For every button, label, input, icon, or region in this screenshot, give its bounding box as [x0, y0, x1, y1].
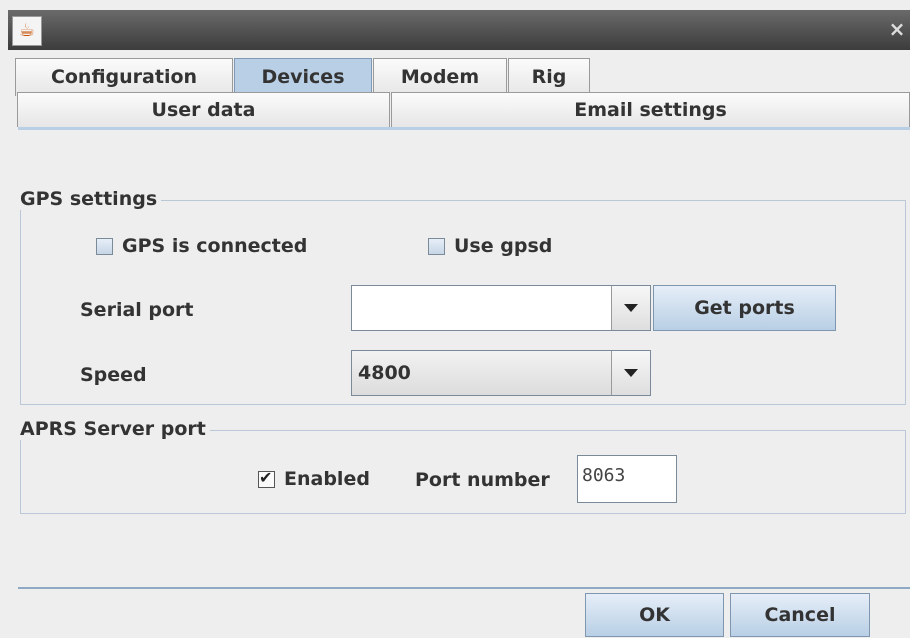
gps-connected-checkbox[interactable]: GPS is connected — [96, 235, 307, 257]
gps-connected-label: GPS is connected — [122, 235, 308, 257]
dialog-body: Configuration Devices Modem Rig User dat… — [8, 50, 910, 638]
checkbox-box — [96, 237, 113, 255]
cancel-label: Cancel — [764, 604, 836, 626]
tab-label: Email settings — [574, 99, 727, 121]
tab-user-data[interactable]: User data — [17, 92, 390, 127]
tab-label: Modem — [400, 66, 480, 88]
speed-value: 4800 — [358, 362, 411, 384]
close-icon[interactable]: × — [888, 18, 906, 40]
get-ports-label: Get ports — [694, 297, 795, 319]
button-bar: OK Cancel — [8, 590, 910, 638]
check-icon — [258, 468, 275, 488]
tab-configuration[interactable]: Configuration — [15, 58, 233, 96]
chevron-down-icon[interactable] — [611, 286, 650, 330]
speed-combo[interactable]: 4800 — [351, 350, 651, 396]
tab-rig[interactable]: Rig — [508, 58, 590, 96]
speed-label: Speed — [80, 364, 147, 386]
chevron-down-icon[interactable] — [611, 351, 650, 395]
ok-label: OK — [639, 604, 670, 626]
tab-devices[interactable]: Devices — [234, 58, 372, 96]
get-ports-button[interactable]: Get ports — [653, 285, 836, 331]
gps-settings-title: GPS settings — [18, 188, 162, 210]
port-number-field[interactable]: 8063 — [577, 455, 677, 503]
tab-modem[interactable]: Modem — [373, 58, 507, 96]
cancel-button[interactable]: Cancel — [730, 593, 870, 637]
tab-email-settings[interactable]: Email settings — [391, 92, 910, 127]
serial-port-combo[interactable] — [351, 285, 651, 331]
use-gpsd-checkbox[interactable]: Use gpsd — [428, 235, 552, 257]
tab-label: Devices — [261, 66, 345, 88]
serial-port-label: Serial port — [80, 299, 194, 321]
aprs-enabled-label: Enabled — [284, 468, 370, 490]
tab-label: Configuration — [50, 66, 198, 88]
tab-label: Rig — [531, 66, 567, 88]
port-number-label: Port number — [415, 469, 550, 491]
aprs-enabled-checkbox[interactable]: Enabled — [258, 468, 370, 490]
tab-label: User data — [151, 99, 256, 121]
settings-dialog: ☕ × Configuration Devices Modem Rig User… — [0, 0, 910, 638]
tab-content-devices: GPS settings GPS is connected Use gpsd S… — [18, 127, 910, 589]
title-bar[interactable]: ☕ × — [8, 10, 910, 50]
java-icon: ☕ — [12, 16, 42, 46]
checkbox-box — [428, 237, 445, 255]
ok-button[interactable]: OK — [585, 593, 724, 637]
aprs-server-title: APRS Server port — [18, 418, 210, 440]
use-gpsd-label: Use gpsd — [454, 235, 553, 257]
